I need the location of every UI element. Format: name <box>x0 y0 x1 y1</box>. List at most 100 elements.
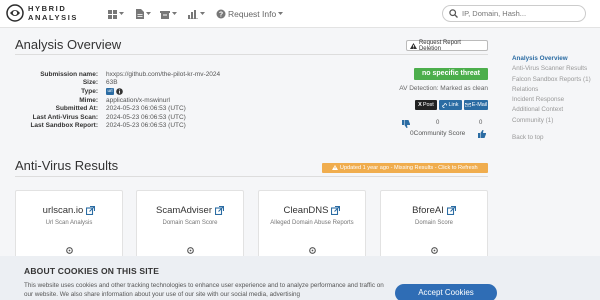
external-link-icon <box>331 206 341 215</box>
av-card-subtitle: Domain Scam Score <box>162 220 218 226</box>
question-circle-icon: ? <box>216 9 226 19</box>
av-card-title[interactable]: urlscan.io <box>16 205 122 216</box>
bar-chart-icon <box>188 9 198 19</box>
request-deletion-button[interactable]: Request Report Deletion <box>406 40 488 52</box>
overview-divider <box>15 54 488 55</box>
nav-grid-menu[interactable] <box>108 8 124 20</box>
av-card-title-text: CleanDNS <box>283 205 329 216</box>
external-link-icon <box>446 206 456 215</box>
info-label: Last Sandbox Report: <box>30 122 98 130</box>
nav-request-info[interactable]: ? Request Info <box>216 8 284 20</box>
av-card-title[interactable]: CleanDNS <box>259 205 365 216</box>
caret-down-icon <box>146 12 151 15</box>
sidebar-item-sandbox-reports[interactable]: Falcon Sandbox Reports (1) <box>512 75 600 85</box>
warning-icon <box>410 42 417 49</box>
sidebar-item-relations[interactable]: Relations <box>512 85 600 95</box>
page-sidebar: Analysis Overview Anti-Virus Scanner Res… <box>512 54 600 143</box>
sidebar-item-additional-context[interactable]: Additional Context <box>512 105 600 115</box>
url-type-badge: url <box>106 87 115 95</box>
sidebar-item-anti-virus-results[interactable]: Anti-Virus Scanner Results <box>512 64 600 74</box>
info-row: Last Anti-Virus Scan: 2024-05-23 06:06:5… <box>16 113 256 122</box>
info-row: Submitted At: 2024-05-23 06:06:53 (UTC) <box>16 104 256 113</box>
info-value: hxxps://github.com/the-pilot-kr-mv-2024 <box>106 70 221 78</box>
nav-files-menu[interactable] <box>136 8 151 20</box>
search-icon[interactable] <box>449 9 458 18</box>
brand-line2: ANALYSIS <box>28 13 79 22</box>
av-card-subtitle: Alleged Domain Abuse Reports <box>270 220 354 226</box>
info-value: 2024-05-23 06:06:53 (UTC) <box>106 122 186 130</box>
info-value-type: url <box>106 87 123 95</box>
thumbs-up-icon[interactable] <box>478 130 486 138</box>
loading-spinner-icon <box>187 247 194 254</box>
av-card-title-text: ScamAdviser <box>156 205 212 216</box>
caret-down-icon <box>119 12 124 15</box>
share-link-button[interactable]: Link <box>439 100 462 110</box>
info-label: Submitted At: <box>55 105 98 113</box>
caret-down-icon <box>172 12 177 15</box>
av-card-subtitle: Url Scan Analysis <box>45 220 93 226</box>
refresh-results-button[interactable]: Updated 1 year ago - Missing Results - C… <box>322 163 488 173</box>
info-icon[interactable] <box>116 88 123 95</box>
search-input[interactable] <box>462 9 580 18</box>
warning-icon <box>332 164 339 170</box>
av-card-title[interactable]: ScamAdviser <box>137 205 243 216</box>
info-row: Size: 63B <box>16 79 256 88</box>
info-label: Submission name: <box>40 70 98 78</box>
caret-down-icon <box>278 12 284 15</box>
external-link-icon <box>86 206 96 215</box>
refresh-results-label: Updated 1 year ago - Missing Results - C… <box>339 165 478 171</box>
info-row: Submission name: hxxps://github.com/the-… <box>16 70 256 79</box>
analysis-overview-title: Analysis Overview <box>15 37 122 52</box>
info-label: Size: <box>82 79 98 87</box>
loading-spinner-icon <box>431 247 438 254</box>
thumbs-down-icon[interactable] <box>402 120 410 128</box>
sidebar-item-incident-response[interactable]: Incident Response <box>512 95 600 105</box>
cookie-banner-title: ABOUT COOKIES ON THIS SITE <box>24 266 160 276</box>
community-score-label: Community Score <box>413 130 466 137</box>
info-row: Mime: application/x-mswinurl <box>16 96 256 105</box>
logo[interactable]: HYBRID ANALYSIS <box>6 3 92 25</box>
verdict-badge: no specific threat <box>414 68 488 80</box>
accept-cookies-button[interactable]: Accept Cookies <box>395 284 497 300</box>
share-link-label: Link <box>448 102 459 108</box>
info-value: 63B <box>106 79 118 87</box>
info-label: Type: <box>81 87 98 95</box>
x-logo-icon: X <box>418 102 422 108</box>
info-value: 2024-05-23 06:06:53 (UTC) <box>106 105 186 113</box>
logo-icon <box>6 4 24 22</box>
cookie-banner-text: This website uses cookies and other trac… <box>24 282 384 298</box>
share-email-button[interactable]: E-Mail <box>464 100 488 110</box>
info-value: application/x-mswinurl <box>106 96 170 104</box>
caret-down-icon <box>200 12 205 15</box>
info-row: Last Sandbox Report: 2024-05-23 06:06:53… <box>16 122 256 131</box>
av-card-subtitle: Domain Score <box>414 220 453 226</box>
back-to-top-link[interactable]: Back to top <box>512 133 600 143</box>
community-right-count: 0 <box>479 120 483 126</box>
loading-spinner-icon <box>66 247 73 254</box>
overview-info-table: Submission name: hxxps://github.com/the-… <box>16 70 256 130</box>
sidebar-item-analysis-overview[interactable]: Analysis Overview <box>512 54 600 64</box>
top-navbar: HYBRID ANALYSIS ? Request Info <box>0 0 600 28</box>
av-detection-text: AV Detection: Marked as clean <box>399 85 488 92</box>
av-card-title-text: BforeAI <box>412 205 444 216</box>
share-email-label: E-Mail <box>471 102 488 108</box>
share-post-button[interactable]: X Post <box>415 100 437 110</box>
file-icon <box>136 9 144 19</box>
av-card-title-text: urlscan.io <box>42 205 84 216</box>
share-post-label: Post <box>422 102 434 108</box>
nav-request-info-label: Request Info <box>228 9 277 19</box>
nav-stats-menu[interactable] <box>188 8 205 20</box>
envelope-icon <box>464 103 471 107</box>
link-icon <box>442 102 448 108</box>
community-score-text: 0Community Score <box>410 130 465 137</box>
community-score-widget: 0 0 0Community Score <box>402 120 490 140</box>
info-label: Last Anti-Virus Scan: <box>32 113 98 121</box>
nav-sandbox-menu[interactable] <box>160 8 177 20</box>
community-left-count: 0 <box>436 120 440 126</box>
av-results-title: Anti-Virus Results <box>15 158 119 173</box>
grid-icon <box>108 9 117 19</box>
sidebar-item-community[interactable]: Community (1) <box>512 116 600 126</box>
info-value: 2024-05-23 06:06:53 (UTC) <box>106 113 186 121</box>
av-card-title[interactable]: BforeAI <box>381 205 487 216</box>
sandbox-icon <box>160 10 170 19</box>
